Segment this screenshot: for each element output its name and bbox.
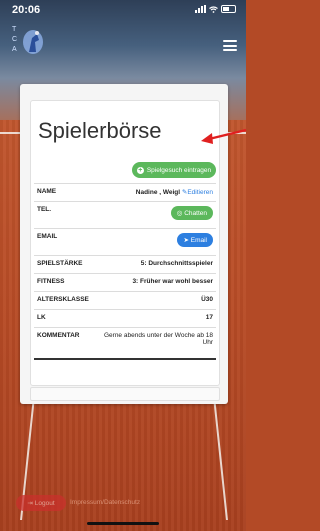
row-kommentar: KOMMENTAR Gerne abends unter der Woche a… — [34, 327, 216, 360]
player-details-table: NAME Nadine , Weigl ✎Editieren TEL. ◎ Ch… — [34, 183, 216, 360]
add-search-label: Spielgesuch eintragen — [146, 166, 212, 174]
status-bar: 20:06 — [0, 0, 246, 22]
tennis-player-icon — [23, 30, 43, 54]
player-exchange-panel: Spielerbörse + Spielgesuch eintragen NAM… — [30, 100, 220, 386]
plus-circle-icon: + — [136, 166, 144, 174]
lk-text: 17 — [205, 314, 213, 321]
status-time: 20:06 — [12, 4, 41, 16]
fitness-label: FITNESS — [34, 273, 96, 292]
email-label: EMAIL — [34, 228, 96, 256]
name-value: Nadine , Weigl — [135, 189, 181, 196]
bottom-panel — [30, 387, 220, 401]
page-title: Spielerbörse — [38, 118, 162, 143]
fitness-text: 3: Früher war wohl besser — [132, 278, 213, 285]
add-search-button[interactable]: + Spielgesuch eintragen — [132, 162, 216, 178]
altersklasse-text: Ü30 — [201, 296, 213, 303]
email-button[interactable]: ➤ Email — [177, 233, 213, 247]
lk-label: LK — [34, 309, 96, 328]
lk-value: 17 — [96, 309, 216, 328]
row-spielstaerke: SPIELSTÄRKE 5: Durchschnittsspieler — [34, 255, 216, 274]
footer-links[interactable]: Impressum/Datenschutz — [70, 499, 140, 506]
home-indicator[interactable] — [87, 522, 159, 525]
edit-link[interactable]: ✎Editieren — [182, 189, 213, 196]
row-name: NAME Nadine , Weigl ✎Editieren — [34, 183, 216, 202]
spielstaerke-text: 5: Durchschnittsspieler — [140, 260, 213, 267]
logo-letter-t: T — [12, 26, 17, 33]
logout-icon: ⇥ — [27, 500, 33, 507]
fitness-value: 3: Früher war wohl besser — [96, 273, 216, 292]
row-tel: TEL. ◎ Chatten — [34, 201, 216, 229]
red-arrow-annotation-icon — [201, 128, 247, 144]
altersklasse-label: ALTERSKLASSE — [34, 291, 96, 310]
club-logo[interactable]: T C A — [12, 26, 50, 62]
player-exchange-card: Spielerbörse + Spielgesuch eintragen NAM… — [20, 84, 228, 404]
chat-label: Chatten — [184, 210, 207, 217]
row-altersklasse: ALTERSKLASSE Ü30 — [34, 291, 216, 310]
kommentar-label: KOMMENTAR — [34, 327, 96, 360]
tel-label: TEL. — [34, 201, 96, 229]
wifi-icon — [209, 5, 218, 13]
spielstaerke-label: SPIELSTÄRKE — [34, 255, 96, 274]
chat-button[interactable]: ◎ Chatten — [170, 206, 213, 220]
signal-icon — [195, 5, 206, 13]
name-label: NAME — [34, 183, 96, 202]
paper-plane-icon: ➤ — [183, 237, 189, 244]
logo-letter-c: C — [12, 36, 18, 43]
kommentar-value: Gerne abends unter der Woche ab 18 Uhr — [96, 327, 216, 360]
row-lk: LK 17 — [34, 309, 216, 328]
email-cell: ➤ Email — [96, 228, 216, 256]
logout-label: Logout — [34, 499, 55, 507]
status-icons — [195, 5, 236, 13]
email-button-label: Email — [190, 237, 207, 244]
spielstaerke-value: 5: Durchschnittsspieler — [96, 255, 216, 274]
hamburger-menu-icon[interactable] — [223, 40, 237, 51]
row-fitness: FITNESS 3: Früher war wohl besser — [34, 273, 216, 292]
altersklasse-value: Ü30 — [96, 291, 216, 310]
name-cell: Nadine , Weigl ✎Editieren — [96, 183, 216, 202]
logout-button[interactable]: ⇥ Logout — [16, 495, 66, 511]
battery-icon — [221, 5, 236, 13]
whatsapp-icon: ◎ — [176, 210, 183, 217]
logo-letter-a: A — [12, 46, 17, 53]
edit-label: Editieren — [187, 189, 213, 196]
tel-cell: ◎ Chatten — [96, 201, 216, 229]
row-email: EMAIL ➤ Email — [34, 228, 216, 256]
